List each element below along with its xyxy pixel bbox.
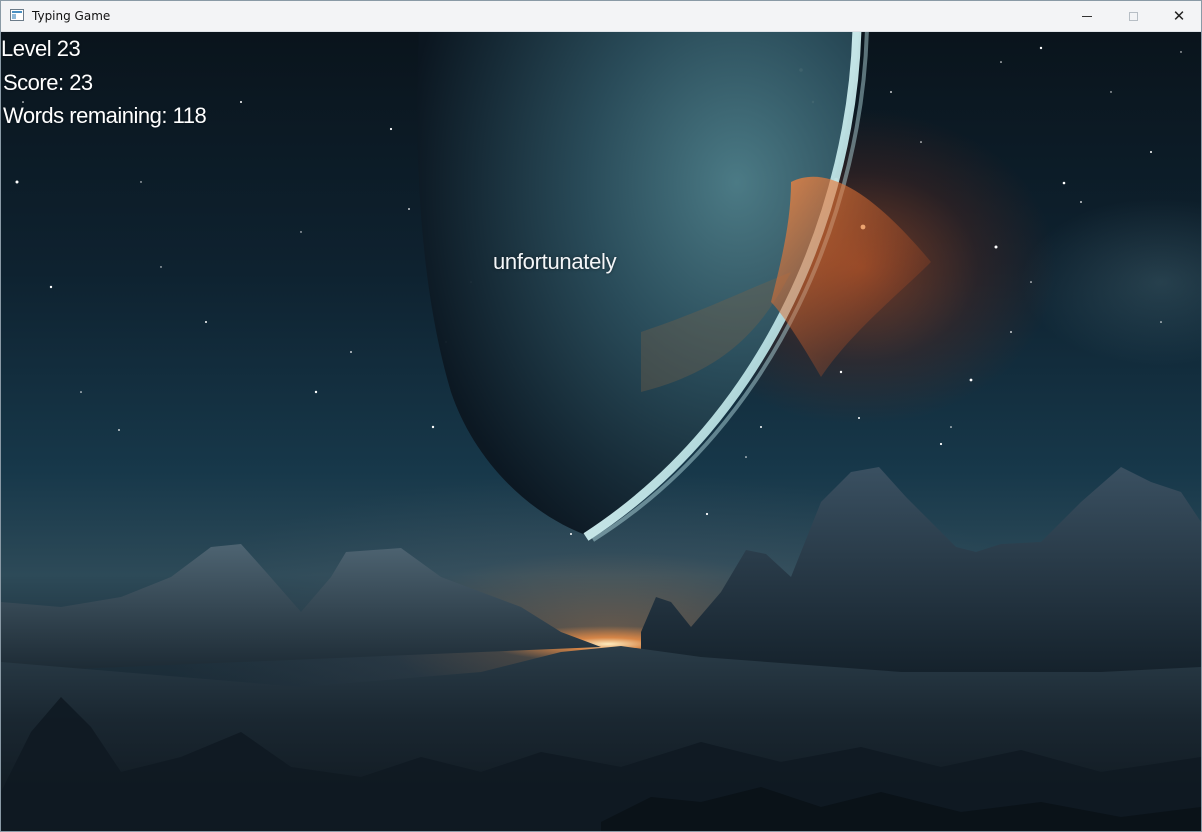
title-bar[interactable]: Typing Game ✕ [1,1,1201,32]
game-window: Typing Game ✕ Level 23 Score: 23 Words r… [0,0,1202,832]
words-remaining-display: Words remaining: 118 [3,103,207,128]
minimize-button[interactable] [1064,1,1110,31]
level-indicator: Level 23 [1,36,81,61]
close-button[interactable]: ✕ [1156,1,1201,31]
falling-word: unfortunately [493,249,617,274]
app-icon [10,9,24,21]
maximize-icon [1128,11,1138,21]
maximize-button [1110,1,1156,31]
game-canvas[interactable]: Level 23 Score: 23 Words remaining: 118 … [1,32,1201,831]
close-icon: ✕ [1172,7,1186,25]
score-display: Score: 23 [3,70,93,95]
alien-landscape [1,467,1201,831]
window-title: Typing Game [32,9,111,23]
minimize-icon [1082,15,1092,17]
